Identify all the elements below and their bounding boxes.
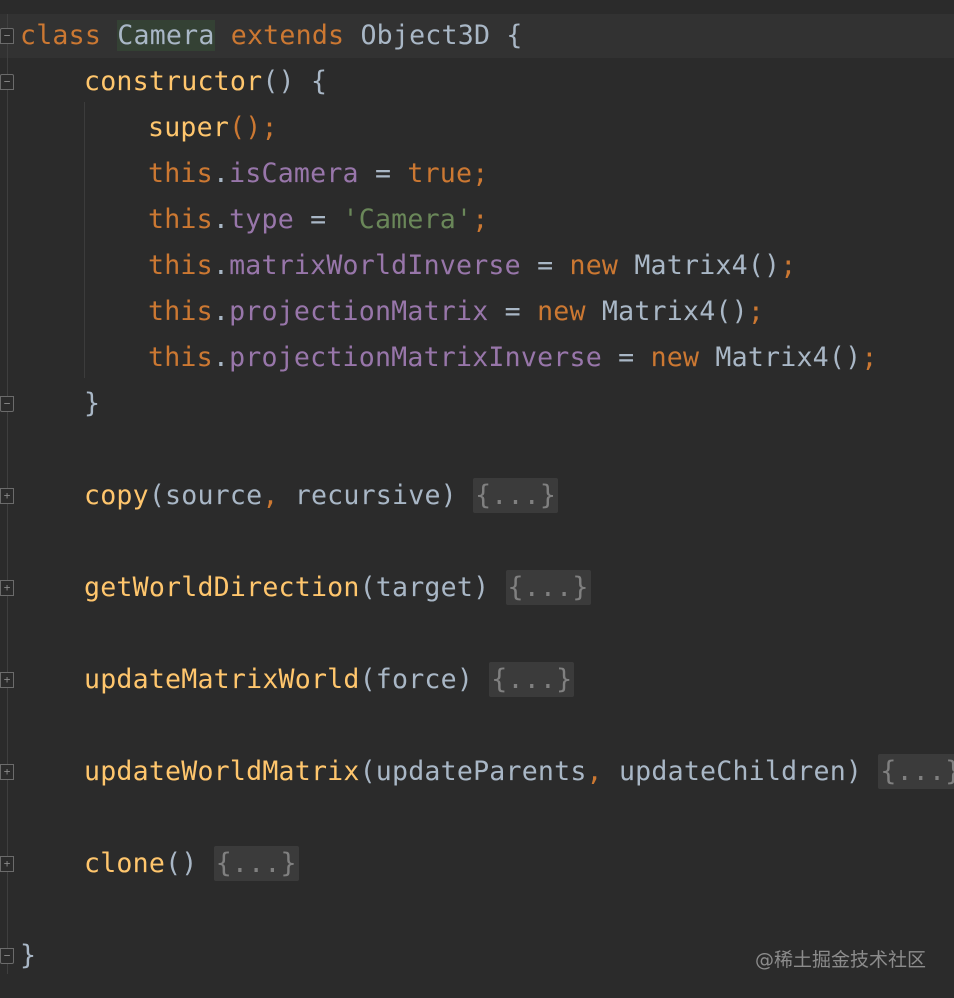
semicolon: ; [780, 250, 797, 281]
function-name: clone [84, 848, 166, 879]
property: projectionMatrix [229, 296, 489, 327]
params: updateChildren) [602, 756, 879, 787]
fold-collapse-icon[interactable]: − [0, 28, 14, 44]
fold-expand-icon[interactable]: + [0, 488, 14, 504]
fold-expand-icon[interactable]: + [0, 856, 14, 872]
semicolon: ; [861, 342, 878, 373]
new-keyword: new [650, 342, 700, 373]
comma: , [586, 756, 603, 787]
constructor-call: Matrix4() [699, 342, 862, 373]
comma: , [262, 480, 279, 511]
fold-end-icon[interactable]: − [0, 396, 14, 412]
fold-end-icon[interactable]: − [0, 948, 14, 964]
params: recursive) [278, 480, 474, 511]
folded-body[interactable]: {...} [473, 478, 559, 513]
folded-body[interactable]: {...} [213, 846, 299, 881]
code-line-matrixworldinverse[interactable]: this.matrixWorldInverse = new Matrix4(); [148, 246, 796, 286]
constructor-signature: () { [262, 66, 328, 97]
open-brace: { [506, 20, 523, 51]
function-name: updateMatrixWorld [84, 664, 360, 695]
this-keyword: this [148, 296, 213, 327]
function-name: getWorldDirection [84, 572, 360, 603]
indent-guide [84, 102, 85, 378]
base-class-name: Object3D [360, 20, 491, 51]
code-line-type[interactable]: this.type = 'Camera'; [148, 200, 488, 240]
assign: = [488, 296, 538, 327]
this-keyword: this [148, 158, 213, 189]
keyword-class: class [20, 20, 102, 51]
code-line-getworlddirection[interactable]: getWorldDirection(target) {...} [84, 568, 591, 608]
function-name: updateWorldMatrix [84, 756, 360, 787]
dot: . [212, 158, 230, 189]
code-line-updateworldmatrix[interactable]: updateWorldMatrix(updateParents, updateC… [84, 752, 954, 792]
fold-expand-icon[interactable]: + [0, 672, 14, 688]
property: projectionMatrixInverse [229, 342, 602, 373]
assign: = [520, 250, 570, 281]
semicolon: ; [472, 204, 489, 235]
params: (source [148, 480, 263, 511]
folded-body[interactable]: {...} [489, 662, 575, 697]
constructor-call: Matrix4() [618, 250, 781, 281]
function-name: constructor [84, 66, 263, 97]
dot: . [212, 250, 230, 281]
fold-expand-icon[interactable]: + [0, 580, 14, 596]
boolean-value: true [407, 158, 473, 189]
code-line-projectionmatrix[interactable]: this.projectionMatrix = new Matrix4(); [148, 292, 764, 332]
super-args: (); [229, 112, 278, 143]
fold-collapse-icon[interactable]: − [0, 74, 14, 90]
code-line-constructor-close[interactable]: } [84, 384, 100, 424]
code-line-class-declaration[interactable]: class Camera extends Object3D { [20, 16, 523, 56]
property: isCamera [229, 158, 359, 189]
code-line-constructor[interactable]: constructor() { [84, 62, 327, 102]
property: type [229, 204, 294, 235]
watermark: @稀土掘金技术社区 [754, 949, 926, 971]
close-brace: } [84, 388, 101, 419]
constructor-call: Matrix4() [585, 296, 748, 327]
code-line-iscamera[interactable]: this.isCamera = true; [148, 154, 488, 194]
new-keyword: new [537, 296, 586, 327]
dot: . [212, 296, 230, 327]
new-keyword: new [569, 250, 619, 281]
close-brace: } [20, 940, 37, 971]
code-editor[interactable]: − − − + + + + + − class Camera extends O… [0, 0, 954, 998]
this-keyword: this [148, 204, 213, 235]
dot: . [212, 204, 230, 235]
string-literal: 'Camera' [342, 204, 473, 235]
keyword-extends: extends [230, 20, 345, 51]
params: (target) [359, 572, 506, 603]
params: (force) [359, 664, 490, 695]
semicolon: ; [747, 296, 765, 327]
super-call: super [148, 112, 230, 143]
assign: = [358, 158, 408, 189]
params: (updateParents [359, 756, 587, 787]
folded-body[interactable]: {...} [505, 570, 591, 605]
class-name: Camera [117, 20, 215, 51]
code-line-clone[interactable]: clone() {...} [84, 844, 299, 884]
fold-expand-icon[interactable]: + [0, 764, 14, 780]
function-name: copy [84, 480, 149, 511]
this-keyword: this [148, 342, 213, 373]
property: matrixWorldInverse [229, 250, 521, 281]
this-keyword: this [148, 250, 213, 281]
params: () [165, 848, 214, 879]
dot: . [212, 342, 230, 373]
assign: = [293, 204, 343, 235]
folded-body[interactable]: {...} [878, 754, 954, 789]
code-line-projectionmatrixinverse[interactable]: this.projectionMatrixInverse = new Matri… [148, 338, 878, 378]
semicolon: ; [472, 158, 489, 189]
code-line-super[interactable]: super(); [148, 108, 278, 148]
code-line-class-close[interactable]: } [20, 936, 36, 976]
code-line-updatematrixworld[interactable]: updateMatrixWorld(force) {...} [84, 660, 575, 700]
code-line-copy[interactable]: copy(source, recursive) {...} [84, 476, 559, 516]
assign: = [601, 342, 651, 373]
